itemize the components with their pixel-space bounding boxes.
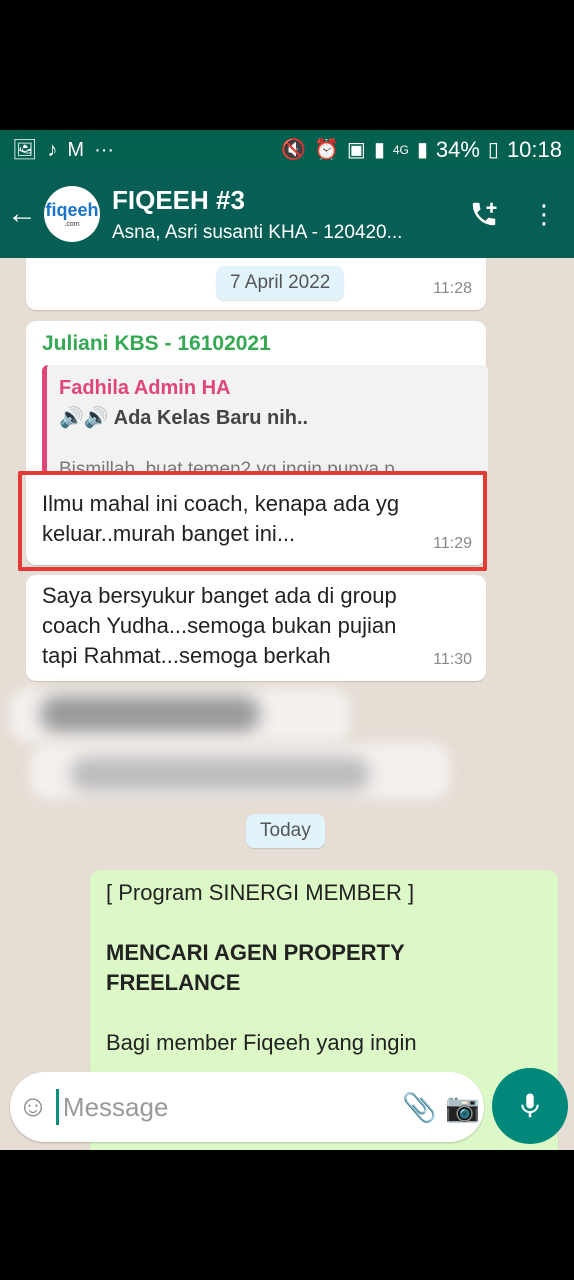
date-divider: Today bbox=[246, 814, 325, 848]
back-arrow-icon[interactable]: ← bbox=[0, 170, 44, 258]
chat-subtitle: Asna, Asri susanti KHA - 120420... bbox=[112, 221, 403, 243]
sim-icon: ▣ bbox=[346, 139, 366, 161]
message-text-line: FREELANCE bbox=[106, 970, 241, 995]
battery-icon: ▯ bbox=[487, 139, 499, 161]
message-text-line: Saya bersyukur banget ada di group bbox=[42, 583, 397, 608]
message-text-line: Bagi member Fiqeeh yang ingin bbox=[106, 1030, 417, 1055]
message-text-line: [ Program SINERGI MEMBER ] bbox=[106, 880, 415, 905]
message-bubble[interactable]: Saya bersyukur banget ada di group coach… bbox=[26, 575, 486, 681]
gmail-icon: M bbox=[67, 139, 85, 161]
add-call-icon[interactable] bbox=[454, 170, 514, 258]
clock: 10:18 bbox=[506, 137, 562, 162]
more-dots-icon: ··· bbox=[94, 139, 115, 161]
image-icon: 🖼 bbox=[12, 139, 38, 161]
chat-title-area[interactable]: FIQEEH #3 Asna, Asri susanti KHA - 12042… bbox=[112, 185, 454, 244]
quoted-text: 🔊🔊 Ada Kelas Baru nih.. bbox=[59, 407, 309, 429]
camera-icon[interactable]: 📷 bbox=[441, 1091, 484, 1124]
tiktok-icon: ♪ bbox=[47, 139, 58, 161]
quoted-sender: Fadhila Admin HA bbox=[59, 377, 231, 399]
group-avatar[interactable]: fiqeeh .com bbox=[44, 186, 100, 242]
chat-header: ← fiqeeh .com FIQEEH #3 Asna, Asri susan… bbox=[0, 170, 574, 258]
battery-level: 34% bbox=[435, 137, 480, 162]
chat-area[interactable]: 11:28 7 April 2022 Juliani KBS - 1610202… bbox=[0, 258, 574, 1150]
attach-icon[interactable]: 📎 bbox=[398, 1091, 441, 1124]
mic-button[interactable] bbox=[492, 1068, 568, 1144]
message-sender[interactable]: Juliani KBS - 16102021 bbox=[42, 329, 271, 359]
message-text-line: tapi Rahmat...semoga berkah bbox=[42, 643, 331, 668]
more-options-icon[interactable]: ⋮ bbox=[514, 170, 574, 258]
message-time: 11:30 bbox=[433, 651, 472, 668]
date-divider: 7 April 2022 bbox=[216, 266, 345, 300]
message-composer: ☺ 📎 📷 bbox=[0, 1068, 574, 1150]
bottom-bar bbox=[0, 1150, 574, 1280]
message-text-line: MENCARI AGEN PROPERTY bbox=[106, 940, 405, 965]
signal-bars-icon: ▮ bbox=[416, 139, 428, 161]
mute-icon: 🔇 bbox=[281, 139, 307, 161]
blurred-message bbox=[10, 688, 350, 742]
message-input[interactable] bbox=[55, 1089, 398, 1125]
message-text-line: coach Yudha...semoga bukan pujian bbox=[42, 613, 397, 638]
emoji-icon[interactable]: ☺ bbox=[10, 1090, 56, 1124]
message-time: 11:28 bbox=[433, 280, 472, 297]
chat-title: FIQEEH #3 bbox=[112, 184, 245, 215]
highlight-box bbox=[18, 471, 487, 571]
message-input-box[interactable]: ☺ 📎 📷 bbox=[10, 1072, 484, 1142]
alarm-icon: ⏰ bbox=[314, 139, 339, 161]
status-bar: 🖼 ♪ M ··· 🔇 ⏰ ▣ ▮ 4G ▮ 34% ▯ 10:18 bbox=[0, 130, 574, 170]
network-label: 4G bbox=[392, 143, 409, 157]
avatar-logo-sub: .com bbox=[64, 220, 80, 228]
quoted-message[interactable]: Fadhila Admin HA 🔊🔊 Ada Kelas Baru nih..… bbox=[42, 365, 488, 475]
signal-icon: ▮ bbox=[373, 139, 385, 161]
avatar-logo-text: fiqeeh bbox=[45, 199, 99, 220]
blurred-message bbox=[30, 743, 450, 799]
mic-icon bbox=[521, 1093, 539, 1118]
